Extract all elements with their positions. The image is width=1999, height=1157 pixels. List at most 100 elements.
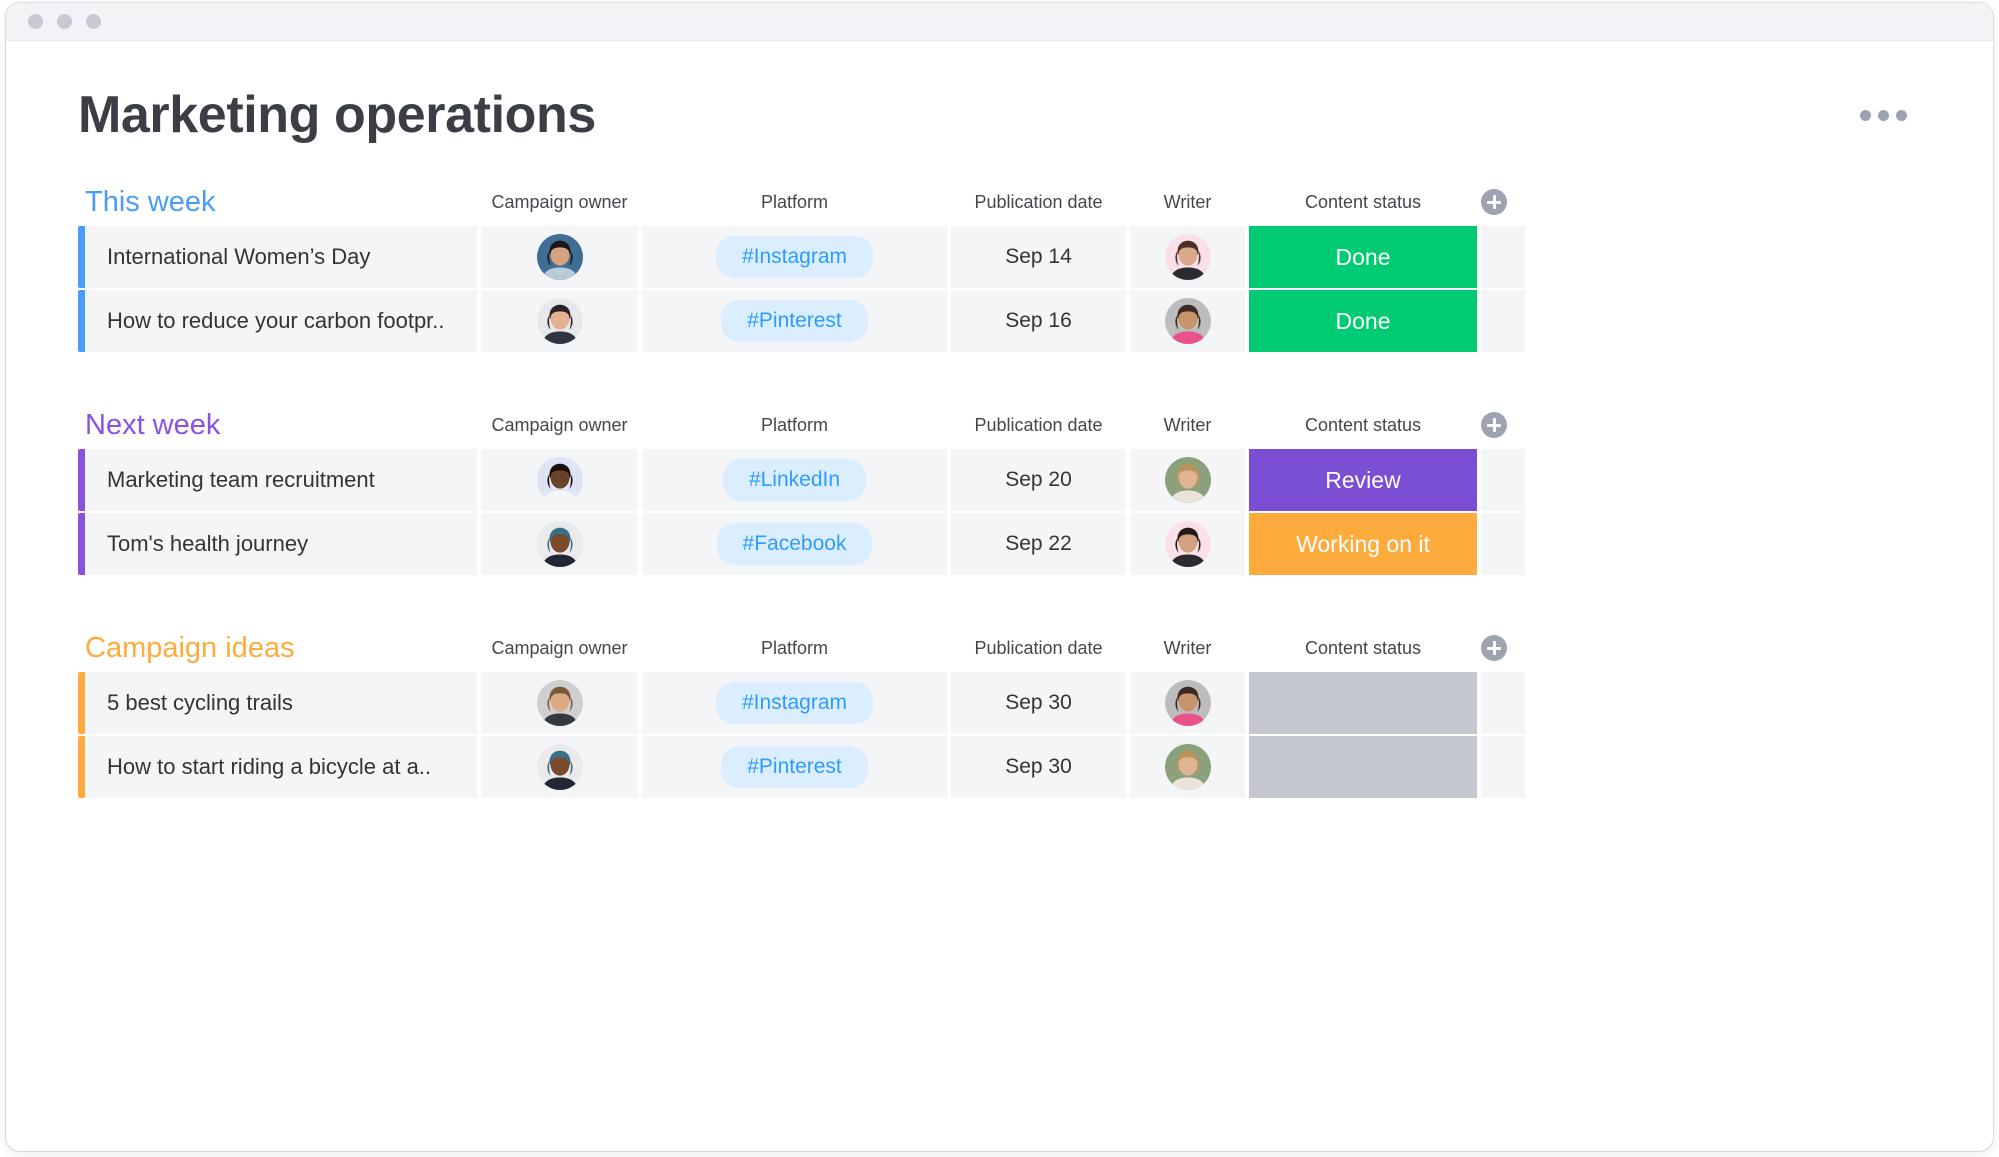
status-badge[interactable]: Done	[1249, 290, 1477, 352]
avatar[interactable]	[1164, 457, 1211, 503]
avatar[interactable]	[1164, 744, 1211, 790]
table-row[interactable]: International Women’s Day #Instagram Sep 1…	[6, 226, 1993, 288]
writer-cell[interactable]	[1130, 672, 1245, 734]
column-header-campaign-owner[interactable]: Campaign owner	[481, 192, 638, 213]
status-badge[interactable]	[1249, 736, 1477, 798]
platform-cell[interactable]: #Pinterest	[642, 736, 947, 798]
platform-tag[interactable]: #Pinterest	[721, 300, 868, 342]
avatar[interactable]	[536, 457, 583, 503]
row-trailing-cell	[1481, 290, 1525, 352]
avatar[interactable]	[536, 680, 583, 726]
campaign-owner-cell[interactable]	[481, 449, 638, 511]
avatar[interactable]	[536, 521, 583, 567]
table-row[interactable]: Marketing team recruitment #LinkedIn Sep 2…	[6, 449, 1993, 511]
column-header-content-status[interactable]: Content status	[1249, 638, 1477, 659]
column-header-publication-date[interactable]: Publication date	[951, 638, 1126, 659]
close-icon[interactable]	[28, 14, 43, 29]
item-name[interactable]: International Women’s Day	[85, 226, 477, 288]
avatar[interactable]	[536, 234, 583, 280]
item-name[interactable]: 5 best cycling trails	[85, 672, 477, 734]
platform-tag[interactable]: #Instagram	[715, 682, 874, 724]
campaign-owner-cell[interactable]	[481, 736, 638, 798]
writer-cell[interactable]	[1130, 513, 1245, 575]
platform-cell[interactable]: #Pinterest	[642, 290, 947, 352]
campaign-owner-cell[interactable]	[481, 226, 638, 288]
column-header-content-status[interactable]: Content status	[1249, 192, 1477, 213]
column-header-platform[interactable]: Platform	[642, 415, 947, 436]
writer-cell[interactable]	[1130, 290, 1245, 352]
table-row[interactable]: Tom's health journey #Facebook Sep 22 Worki…	[6, 513, 1993, 575]
writer-cell[interactable]	[1130, 226, 1245, 288]
avatar[interactable]	[1164, 521, 1211, 567]
group-title[interactable]: This week	[85, 186, 477, 219]
publication-date-cell[interactable]: Sep 30	[951, 672, 1126, 734]
status-badge[interactable]: Done	[1249, 226, 1477, 288]
group-header-row: Campaign ideas Campaign owner Platform Publ…	[6, 625, 1993, 671]
publication-date-cell[interactable]: Sep 30	[951, 736, 1126, 798]
column-header-platform[interactable]: Platform	[642, 192, 947, 213]
campaign-owner-cell[interactable]	[481, 290, 638, 352]
campaign-owner-cell[interactable]	[481, 672, 638, 734]
status-badge[interactable]: Review	[1249, 449, 1477, 511]
column-header-publication-date[interactable]: Publication date	[951, 415, 1126, 436]
group-title[interactable]: Next week	[85, 409, 477, 442]
content-status-cell[interactable]	[1249, 672, 1477, 734]
platform-tag[interactable]: #Facebook	[716, 523, 873, 565]
avatar[interactable]	[1164, 234, 1211, 280]
table-row[interactable]: How to start riding a bicycle at a.. #Pin…	[6, 736, 1993, 798]
content-status-cell[interactable]: Done	[1249, 290, 1477, 352]
publication-date-cell[interactable]: Sep 16	[951, 290, 1126, 352]
platform-cell[interactable]: #Instagram	[642, 672, 947, 734]
page-header: Marketing operations	[6, 41, 1993, 145]
publication-date-cell[interactable]: Sep 22	[951, 513, 1126, 575]
group-title[interactable]: Campaign ideas	[85, 632, 477, 665]
content-status-cell[interactable]: Working on it	[1249, 513, 1477, 575]
campaign-owner-cell[interactable]	[481, 513, 638, 575]
page-title: Marketing operations	[78, 86, 596, 144]
add-column-plus-icon[interactable]	[1481, 412, 1507, 438]
status-badge[interactable]	[1249, 672, 1477, 734]
column-header-campaign-owner[interactable]: Campaign owner	[481, 638, 638, 659]
table-row[interactable]: How to reduce your carbon footpr.. #Pinte…	[6, 290, 1993, 352]
status-badge[interactable]: Working on it	[1249, 513, 1477, 575]
column-header-writer[interactable]: Writer	[1130, 638, 1245, 659]
platform-cell[interactable]: #Facebook	[642, 513, 947, 575]
item-name[interactable]: Marketing team recruitment	[85, 449, 477, 511]
add-column-cell	[1481, 189, 1525, 215]
board-group: This week Campaign owner Platform Publicati…	[6, 179, 1993, 352]
window-titlebar	[6, 3, 1993, 41]
writer-cell[interactable]	[1130, 736, 1245, 798]
maximize-icon[interactable]	[86, 14, 101, 29]
menu-dot	[1860, 109, 1871, 121]
writer-cell[interactable]	[1130, 449, 1245, 511]
column-header-content-status[interactable]: Content status	[1249, 415, 1477, 436]
publication-date-cell[interactable]: Sep 14	[951, 226, 1126, 288]
item-name[interactable]: How to reduce your carbon footpr..	[85, 290, 477, 352]
column-header-writer[interactable]: Writer	[1130, 192, 1245, 213]
item-name[interactable]: Tom's health journey	[85, 513, 477, 575]
column-header-publication-date[interactable]: Publication date	[951, 192, 1126, 213]
platform-cell[interactable]: #Instagram	[642, 226, 947, 288]
avatar[interactable]	[1164, 298, 1211, 344]
minimize-icon[interactable]	[57, 14, 72, 29]
add-column-plus-icon[interactable]	[1481, 189, 1507, 215]
platform-cell[interactable]: #LinkedIn	[642, 449, 947, 511]
item-name[interactable]: How to start riding a bicycle at a..	[85, 736, 477, 798]
column-header-campaign-owner[interactable]: Campaign owner	[481, 415, 638, 436]
column-header-platform[interactable]: Platform	[642, 638, 947, 659]
content-status-cell[interactable]	[1249, 736, 1477, 798]
column-header-writer[interactable]: Writer	[1130, 415, 1245, 436]
board-page: Marketing operations This week Campaign o…	[6, 41, 1993, 798]
avatar[interactable]	[536, 298, 583, 344]
avatar[interactable]	[1164, 680, 1211, 726]
add-column-plus-icon[interactable]	[1481, 635, 1507, 661]
avatar[interactable]	[536, 744, 583, 790]
platform-tag[interactable]: #LinkedIn	[722, 459, 867, 501]
publication-date-cell[interactable]: Sep 20	[951, 449, 1126, 511]
more-horizontal-icon[interactable]	[1852, 102, 1915, 129]
table-row[interactable]: 5 best cycling trails #Instagram Sep 30	[6, 672, 1993, 734]
content-status-cell[interactable]: Review	[1249, 449, 1477, 511]
platform-tag[interactable]: #Instagram	[715, 236, 874, 278]
platform-tag[interactable]: #Pinterest	[721, 746, 868, 788]
content-status-cell[interactable]: Done	[1249, 226, 1477, 288]
